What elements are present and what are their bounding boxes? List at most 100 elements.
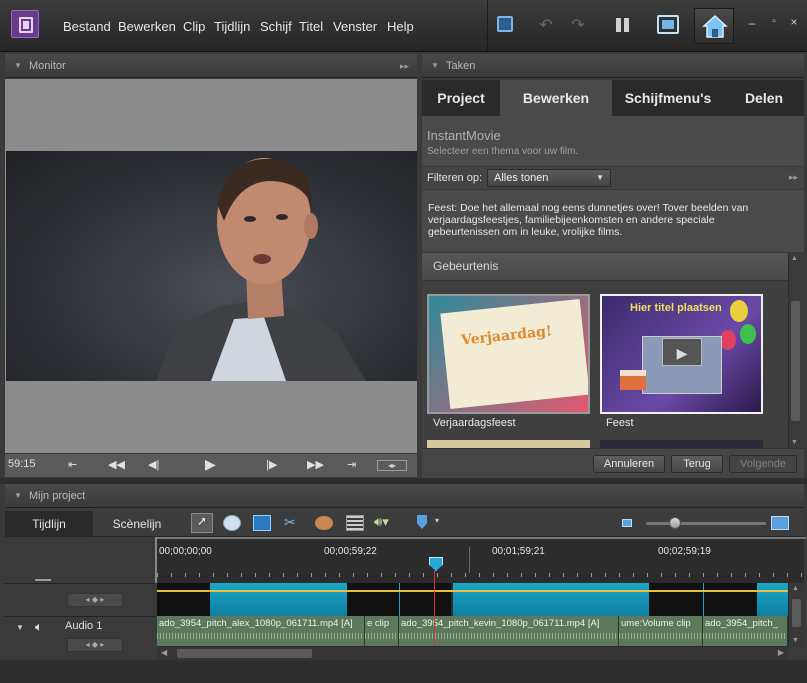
video-clip[interactable] bbox=[453, 583, 649, 616]
zoom-out-icon[interactable] bbox=[622, 519, 632, 527]
scroll-right-icon[interactable]: ▶ bbox=[778, 648, 784, 657]
video-clip[interactable] bbox=[210, 583, 347, 616]
video-clip[interactable] bbox=[703, 583, 757, 616]
speaker-icon[interactable]: 🔈︎ bbox=[35, 619, 43, 635]
menu-titel[interactable]: Titel bbox=[299, 19, 323, 34]
app-logo-icon[interactable] bbox=[11, 10, 39, 38]
menu-venster[interactable]: Venster bbox=[333, 19, 377, 34]
audio-clip-label: ado_3954_pitch_ bbox=[705, 618, 778, 629]
collapse-icon[interactable]: ▼ bbox=[14, 54, 22, 78]
theme-thumbnail-partial[interactable] bbox=[600, 440, 763, 448]
timecode: 59:15 bbox=[8, 458, 36, 470]
audio-track-label: Audio 1 bbox=[65, 620, 103, 632]
audio-mixer-icon[interactable]: 🔊︎▾ bbox=[374, 514, 389, 530]
play-icon: ▶ bbox=[662, 338, 702, 366]
step-forward-icon[interactable]: |▶ bbox=[266, 458, 277, 471]
next-button[interactable]: Volgende bbox=[729, 455, 797, 473]
tab-tijdlijn[interactable]: Tijdlijn bbox=[5, 511, 93, 537]
scroll-thumb[interactable] bbox=[177, 649, 312, 658]
go-to-end-icon[interactable]: ⇥ bbox=[347, 458, 356, 471]
selection-tool-icon[interactable]: ➚ bbox=[191, 513, 213, 533]
audio-clip[interactable]: ado_3954_pitch_ bbox=[703, 616, 788, 646]
scroll-down-icon[interactable]: ▼ bbox=[792, 637, 799, 644]
keyframe-nav-video[interactable]: ◂ ◆ ▸ bbox=[67, 593, 123, 607]
panel-menu-icon[interactable]: ▸▸ bbox=[789, 172, 798, 183]
smart-trim-icon[interactable]: ✂ bbox=[284, 514, 296, 531]
theme-scrollbar[interactable]: ▲ ▼ bbox=[788, 253, 802, 448]
cake-image bbox=[620, 370, 646, 390]
theme-thumbnail-verjaardagsfeest[interactable]: Verjaardag! bbox=[427, 294, 590, 414]
back-button[interactable]: Terug bbox=[671, 455, 723, 473]
tasks-title: Taken bbox=[446, 60, 476, 72]
scroll-up-icon[interactable]: ▲ bbox=[792, 585, 799, 592]
scroll-left-icon[interactable]: ◀ bbox=[161, 648, 167, 657]
undo-icon[interactable]: ↶ bbox=[536, 15, 556, 35]
motion-tracking-icon[interactable] bbox=[315, 516, 333, 530]
scroll-thumb[interactable] bbox=[792, 599, 801, 627]
theme-thumbnail-partial[interactable] bbox=[427, 440, 590, 448]
time-ruler[interactable]: 00;00;00;00 00;00;59;22 00;01;59;21 00;0… bbox=[155, 537, 806, 583]
marker-icon[interactable] bbox=[417, 515, 427, 529]
restore-icon[interactable]: ▫ bbox=[768, 16, 780, 27]
menu-schijf[interactable]: Schijf bbox=[260, 19, 292, 34]
chevron-down-icon[interactable]: ▾ bbox=[435, 516, 439, 525]
scroll-up-icon[interactable]: ▲ bbox=[791, 255, 798, 262]
rewind-icon[interactable]: ◀◀ bbox=[108, 458, 125, 471]
step-back-icon[interactable]: ◀| bbox=[148, 458, 159, 471]
zoom-in-icon[interactable] bbox=[771, 516, 789, 530]
tab-schijfmenus[interactable]: Schijfmenu's bbox=[612, 80, 724, 116]
play-button[interactable]: ▶ bbox=[205, 456, 216, 473]
tab-bewerken[interactable]: Bewerken bbox=[500, 80, 612, 116]
organizer-icon[interactable] bbox=[616, 18, 630, 32]
minimize-icon[interactable]: – bbox=[746, 16, 758, 30]
properties-icon[interactable] bbox=[346, 515, 364, 531]
audio-clip[interactable]: ume:Volume clip bbox=[619, 616, 703, 646]
cancel-button[interactable]: Annuleren bbox=[593, 455, 665, 473]
collapse-icon[interactable]: ▼ bbox=[14, 484, 22, 508]
redo-icon[interactable]: ↷ bbox=[568, 15, 588, 35]
menu-bestand[interactable]: Bestand bbox=[63, 19, 111, 34]
fullscreen-icon[interactable] bbox=[657, 15, 679, 34]
filter-dropdown[interactable]: Alles tonen ▼ bbox=[487, 169, 611, 187]
tab-scenelijn[interactable]: Scènelijn bbox=[93, 511, 181, 537]
smart-fix-icon[interactable] bbox=[253, 515, 271, 531]
panel-menu-icon[interactable]: ▸▸ bbox=[400, 54, 409, 78]
scroll-thumb[interactable] bbox=[791, 301, 800, 421]
collapse-icon[interactable]: ▼ bbox=[431, 54, 439, 78]
balloon-image bbox=[740, 324, 756, 344]
menu-clip[interactable]: Clip bbox=[183, 19, 205, 34]
timeline-vertical-scrollbar[interactable]: ▲ ▼ bbox=[788, 583, 804, 646]
save-icon[interactable] bbox=[497, 16, 513, 32]
menu-bewerken[interactable]: Bewerken bbox=[118, 19, 176, 34]
theme-gallery: Verjaardag! Verjaardagsfeest Hier titel … bbox=[422, 281, 788, 448]
video-clip[interactable] bbox=[399, 583, 451, 616]
audio-clip[interactable]: ado_3954_pitch_alex_1080p_061711.mp4 [A] bbox=[157, 616, 365, 646]
shuttle-icon[interactable]: ◂▸ bbox=[377, 460, 407, 471]
time-stretch-icon[interactable] bbox=[223, 515, 241, 531]
tab-project[interactable]: Project bbox=[422, 80, 500, 116]
keyframe-nav-audio[interactable]: ◂ ◆ ▸ bbox=[67, 638, 123, 652]
tab-delen[interactable]: Delen bbox=[724, 80, 804, 116]
go-to-start-icon[interactable]: ⇤ bbox=[68, 458, 77, 471]
audio-clip-label: ume:Volume clip bbox=[621, 618, 691, 629]
collapse-track-icon[interactable]: ▼ bbox=[16, 623, 24, 632]
zoom-slider-thumb[interactable] bbox=[669, 517, 681, 529]
video-clip[interactable] bbox=[757, 583, 788, 616]
close-icon[interactable]: × bbox=[788, 15, 800, 29]
home-button[interactable] bbox=[694, 8, 734, 44]
theme-thumbnail-feest[interactable]: Hier titel plaatsen ▶ bbox=[600, 294, 763, 414]
playhead-handle[interactable] bbox=[429, 557, 443, 571]
fast-forward-icon[interactable]: ▶▶ bbox=[307, 458, 324, 471]
menu-tijdlijn[interactable]: Tijdlijn bbox=[214, 19, 250, 34]
audio-clip[interactable]: ado_3954_pitch_kevin_1080p_061711.mp4 [A… bbox=[399, 616, 619, 646]
theme-label-feest: Feest bbox=[606, 417, 634, 429]
menu-help[interactable]: Help bbox=[387, 19, 414, 34]
audio-clip[interactable]: e clip bbox=[365, 616, 399, 646]
scroll-down-icon[interactable]: ▼ bbox=[791, 439, 798, 446]
zoom-slider-track[interactable] bbox=[646, 522, 766, 525]
video-clip-gap bbox=[347, 583, 399, 616]
video-clip-gap bbox=[157, 583, 210, 616]
volume-line bbox=[157, 590, 788, 592]
timeline-horizontal-scrollbar[interactable]: ◀ ▶ bbox=[157, 646, 788, 660]
video-frame-image bbox=[156, 158, 366, 381]
